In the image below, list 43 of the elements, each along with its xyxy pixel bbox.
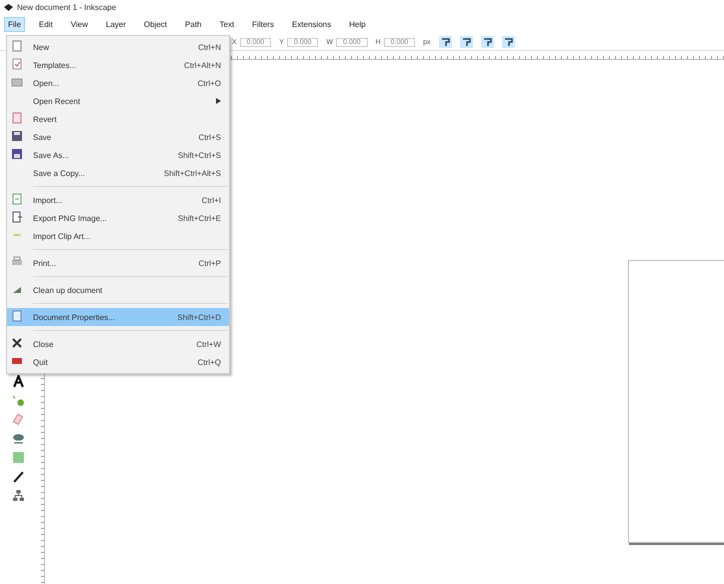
- menu-item[interactable]: Save As... Shift+Ctrl+S: [7, 146, 229, 164]
- menu-item[interactable]: Export PNG Image... Shift+Ctrl+E: [7, 209, 229, 227]
- menu-item[interactable]: Close Ctrl+W: [7, 335, 229, 353]
- menu-bar-item[interactable]: Path: [181, 16, 206, 32]
- close-icon: [11, 337, 23, 349]
- menu-item[interactable]: Revert: [7, 110, 229, 128]
- menu-bar-item[interactable]: File: [4, 16, 25, 32]
- template-icon: [11, 58, 23, 70]
- window-title: New document 1 - Inkscape: [17, 2, 116, 12]
- menu-item[interactable]: Import Clip Art...: [7, 227, 229, 245]
- toggle-button[interactable]: [480, 36, 494, 48]
- printer-icon: [11, 256, 23, 268]
- menu-item[interactable]: Open Recent: [7, 92, 229, 110]
- connector-icon[interactable]: [12, 489, 24, 502]
- document-icon: [11, 310, 23, 322]
- menu-item[interactable]: Quit Ctrl+Q: [7, 353, 229, 371]
- app-logo-icon: [4, 4, 13, 10]
- import-icon: [11, 193, 23, 205]
- menu-item[interactable]: Save a Copy... Shift+Ctrl+Alt+S: [7, 164, 229, 182]
- toggle-button[interactable]: [438, 36, 452, 48]
- menu-item[interactable]: Save Ctrl+S: [7, 128, 229, 146]
- menu-bar-item[interactable]: Filters: [248, 16, 278, 32]
- export-icon: [11, 211, 23, 223]
- menu-bar-item[interactable]: Edit: [34, 16, 57, 32]
- menu-bar-item[interactable]: Text: [216, 16, 238, 32]
- blank-page-icon: [11, 40, 23, 52]
- revert-icon: [11, 112, 23, 124]
- menu-bar-item[interactable]: Help: [345, 16, 370, 32]
- menu-item[interactable]: Print... Ctrl+P: [7, 254, 229, 272]
- text-tool-icon[interactable]: [12, 375, 24, 388]
- toggle-button[interactable]: [460, 36, 473, 48]
- menu-item[interactable]: Open... Ctrl+O: [7, 74, 229, 92]
- menu-item[interactable]: Import... Ctrl+I: [7, 191, 229, 209]
- menu-bar-item[interactable]: Extensions: [288, 16, 336, 32]
- menu-bar-item[interactable]: Layer: [102, 16, 130, 32]
- menu-item[interactable]: New Ctrl+N: [7, 38, 229, 56]
- menu-item[interactable]: Templates... Ctrl+Alt+N: [7, 56, 229, 74]
- menu-item[interactable]: Clean up document: [7, 281, 229, 299]
- submenu-arrow-icon: [216, 98, 221, 104]
- menu-bar-item[interactable]: Object: [140, 16, 172, 32]
- toggle-button[interactable]: [502, 36, 515, 48]
- menu-bar-item[interactable]: View: [66, 16, 92, 32]
- menu-item[interactable]: Document Properties... Shift+Ctrl+D: [7, 308, 229, 326]
